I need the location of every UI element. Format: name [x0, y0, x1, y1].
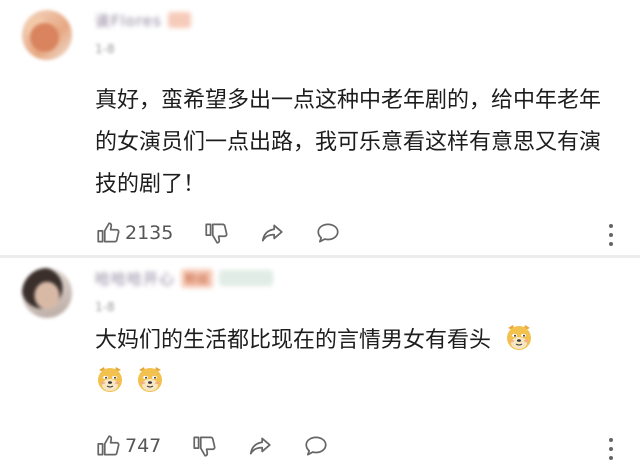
comment-bubble-icon	[315, 220, 341, 246]
comment-bubble-icon	[303, 433, 329, 459]
more-vertical-icon[interactable]	[608, 438, 614, 460]
reply-button[interactable]	[315, 220, 341, 246]
comment-header: 诶Flores	[95, 10, 192, 31]
comment-actions: 747	[95, 433, 359, 459]
comment-item: 诶Flores 1-8 真好，蛮希望多出一点这种中老年剧的，给中年老年的女演员们…	[0, 0, 640, 255]
share-arrow-icon	[259, 220, 285, 246]
dislike-button[interactable]	[203, 220, 229, 246]
thumbs-up-icon	[95, 220, 121, 246]
more-vertical-icon[interactable]	[608, 224, 614, 246]
user-badge-secondary	[219, 270, 273, 286]
comment-actions: 2135	[95, 220, 371, 246]
avatar[interactable]	[22, 10, 72, 60]
avatar[interactable]	[22, 268, 72, 318]
like-count: 747	[125, 435, 162, 457]
comment-body: 大妈们的生活都比现在的言情男女有看头	[95, 320, 620, 404]
share-button[interactable]	[259, 220, 285, 246]
comment-item: 哈哈哈开心 粉丝 1-8 大妈们的生活都比现在的言情男女有看头 747	[0, 258, 640, 468]
thumbs-down-icon	[203, 220, 229, 246]
username[interactable]: 哈哈哈开心	[95, 268, 175, 289]
doge-emoji	[135, 364, 165, 394]
comment-time: 1-8	[95, 300, 115, 314]
like-count: 2135	[125, 222, 174, 244]
reply-button[interactable]	[303, 433, 329, 459]
comment-header: 哈哈哈开心 粉丝	[95, 268, 273, 288]
like-button[interactable]: 2135	[95, 220, 173, 246]
like-button[interactable]: 747	[95, 433, 161, 459]
doge-emoji	[95, 364, 125, 394]
comment-text: 大妈们的生活都比现在的言情男女有看头	[95, 328, 492, 353]
share-button[interactable]	[247, 433, 273, 459]
user-badge: 粉丝	[181, 268, 214, 288]
thumbs-down-icon	[191, 433, 217, 459]
share-arrow-icon	[247, 433, 273, 459]
comment-time: 1-8	[95, 42, 115, 56]
doge-emoji	[504, 322, 534, 352]
username[interactable]: 诶Flores	[95, 10, 162, 31]
user-badge	[167, 12, 192, 28]
dislike-button[interactable]	[191, 433, 217, 459]
thumbs-up-icon	[95, 433, 121, 459]
comment-text: 真好，蛮希望多出一点这种中老年剧的，给中年老年的女演员们一点出路，我可乐意看这样…	[95, 88, 602, 197]
